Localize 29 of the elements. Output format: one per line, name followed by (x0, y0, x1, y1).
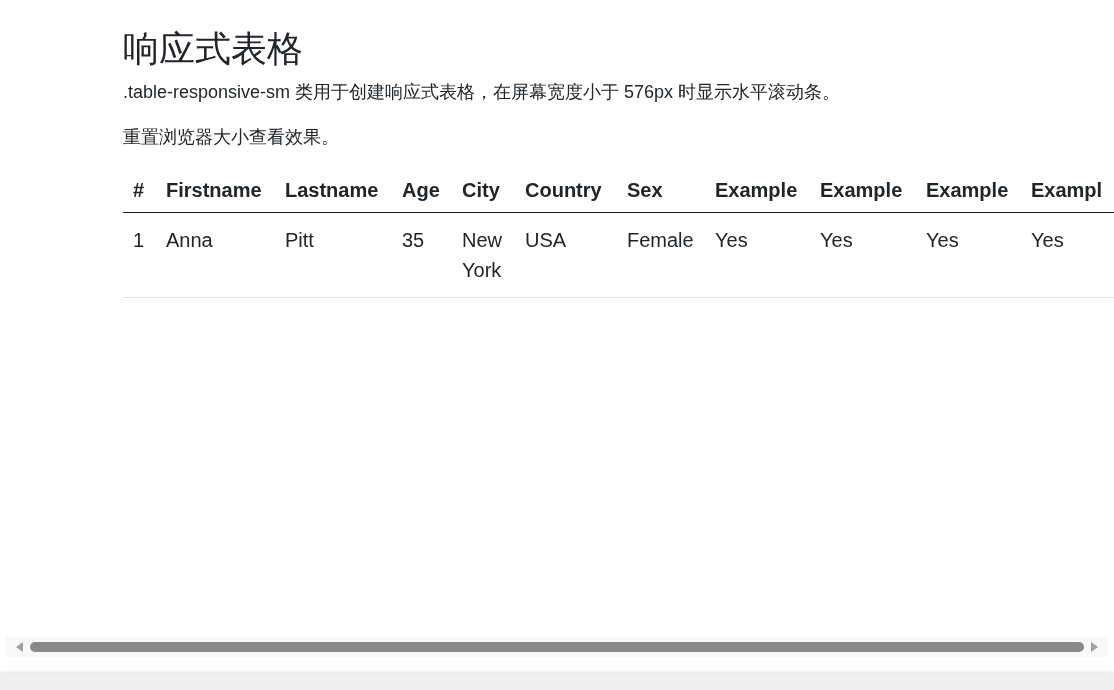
right-arrow-icon[interactable] (1090, 642, 1098, 652)
column-header: Example (916, 168, 1021, 213)
column-header: Example (705, 168, 810, 213)
column-header: Exampl (1021, 168, 1114, 213)
table-cell: New York (452, 212, 515, 298)
table-cell: Yes (705, 212, 810, 298)
column-header: Age (392, 168, 452, 213)
scrollbar-thumb[interactable] (30, 642, 1084, 652)
note-text: 重置浏览器大小查看效果。 (123, 125, 340, 149)
column-header: Country (515, 168, 617, 213)
column-header: Firstname (156, 168, 275, 213)
column-header: # (123, 168, 156, 213)
table-cell: Female (617, 212, 705, 298)
page-title: 响应式表格 (123, 27, 304, 71)
table-cell: Yes (916, 212, 1021, 298)
column-header: Example (810, 168, 916, 213)
table-cell: 1 (123, 212, 156, 298)
table-cell: Anna (156, 212, 275, 298)
horizontal-scrollbar[interactable] (6, 637, 1108, 657)
table-cell: 35 (392, 212, 452, 298)
column-header: City (452, 168, 515, 213)
table-cell: Yes (1021, 212, 1114, 298)
table-cell: USA (515, 212, 617, 298)
table-cell: Pitt (275, 212, 392, 298)
column-header: Lastname (275, 168, 392, 213)
left-arrow-icon[interactable] (16, 642, 24, 652)
column-header: Sex (617, 168, 705, 213)
table-cell: Yes (810, 212, 916, 298)
description-text: .table-responsive-sm 类用于创建响应式表格，在屏幕宽度小于 576px 时显示水平滚动条。 (123, 80, 842, 104)
